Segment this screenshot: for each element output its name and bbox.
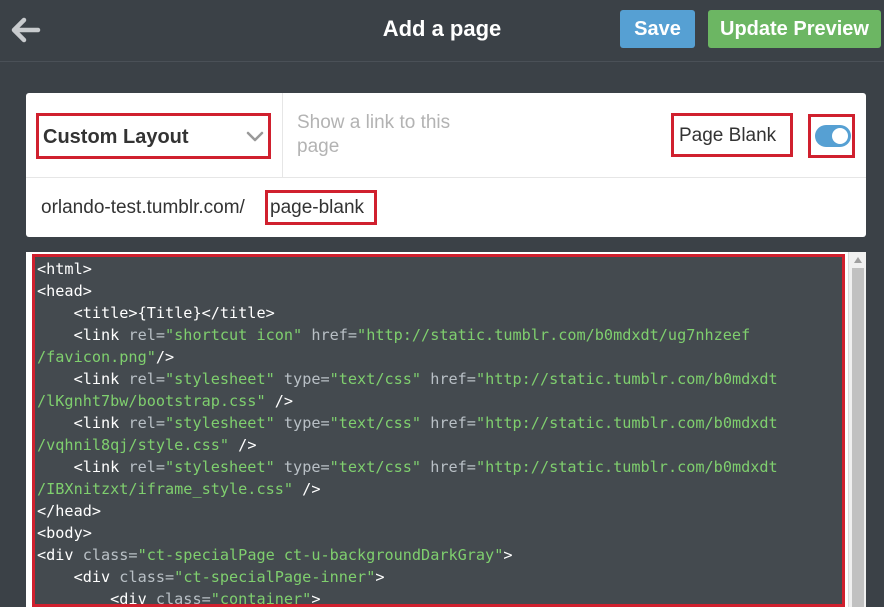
url-slug-input[interactable]: page-blank: [265, 190, 377, 225]
layout-select-value: Custom Layout: [43, 126, 189, 148]
scroll-up-icon[interactable]: [854, 257, 862, 263]
code-token: <div: [37, 546, 83, 564]
show-link-label: Show a link to this page: [297, 112, 451, 157]
url-slug-value: page-blank: [270, 197, 365, 218]
code-token: <body>: [37, 524, 92, 542]
code-token: >: [311, 590, 321, 607]
toggle-track: [815, 125, 851, 147]
code-token: "text/css": [329, 370, 422, 388]
code-editor-textarea[interactable]: <html> <head> <title>{Title}</title> <lin…: [32, 254, 845, 607]
code-token: "stylesheet": [165, 370, 275, 388]
code-token: <div: [37, 568, 120, 586]
code-line: <div class="container">: [37, 588, 778, 607]
code-line: /vqhnil8qj/style.css" />: [37, 434, 778, 456]
chevron-down-icon: [246, 131, 264, 142]
code-token: "container": [210, 590, 312, 607]
code-token: <div: [37, 590, 156, 607]
page-title-input[interactable]: Page Blank: [671, 113, 793, 157]
code-token: "http://static.tumblr.com/b0mdxdt: [475, 458, 778, 476]
column-divider: [282, 93, 283, 178]
code-token: <title>{Title}</title>: [37, 304, 275, 322]
code-content: <html> <head> <title>{Title}</title> <lin…: [37, 258, 778, 607]
code-token: href=: [430, 414, 476, 432]
code-line: /lKgnht7bw/bootstrap.css" />: [37, 390, 778, 412]
code-token: rel=: [128, 370, 166, 388]
url-base: orlando-test.tumblr.com/: [41, 197, 245, 218]
code-token: <link: [37, 414, 129, 432]
code-line: <link rel="shortcut icon" href="http://s…: [37, 324, 778, 346]
code-token: "ct-specialPage-inner": [174, 568, 376, 586]
code-token: >: [503, 546, 513, 564]
code-line: <link rel="stylesheet" type="text/css" h…: [37, 456, 778, 478]
code-line: <link rel="stylesheet" type="text/css" h…: [37, 412, 778, 434]
code-token: rel=: [128, 326, 166, 344]
code-token: "http://static.tumblr.com/b0mdxdt/ug7nhz…: [357, 326, 751, 344]
page-title-value: Page Blank: [679, 125, 777, 146]
code-token: href=: [430, 370, 476, 388]
code-token: rel=: [128, 414, 166, 432]
code-token: "stylesheet": [165, 458, 275, 476]
code-token: href=: [311, 326, 358, 344]
code-line: <body>: [37, 522, 778, 544]
code-token: "stylesheet": [165, 414, 275, 432]
code-token: "http://static.tumblr.com/b0mdxdt: [475, 370, 778, 388]
url-row: orlando-test.tumblr.com/ page-blank: [26, 179, 866, 237]
code-line: /favicon.png"/>: [37, 346, 778, 368]
save-button[interactable]: Save: [620, 10, 695, 48]
code-token: />: [229, 436, 257, 454]
code-line: /IBXnitzxt/iframe_style.css" />: [37, 478, 778, 500]
code-token: class=: [82, 546, 138, 564]
code-token: />: [293, 480, 321, 498]
code-line: </head>: [37, 500, 778, 522]
toggle-knob: [832, 128, 848, 144]
code-token: class=: [155, 590, 211, 607]
code-token: <link: [37, 326, 129, 344]
code-token: type=: [283, 370, 330, 388]
code-token: <link: [37, 458, 129, 476]
code-token: class=: [119, 568, 175, 586]
top-bar: Add a page Save Update Preview: [0, 0, 884, 62]
show-link-toggle[interactable]: [808, 114, 855, 158]
code-token: >: [375, 568, 385, 586]
update-preview-button[interactable]: Update Preview: [708, 10, 881, 48]
code-line: <html>: [37, 258, 778, 280]
code-token: <html>: [37, 260, 92, 278]
code-token: "http://static.tumblr.com/b0mdxdt: [475, 414, 778, 432]
code-token: /vqhnil8qj/style.css": [37, 436, 230, 454]
scroll-thumb[interactable]: [852, 268, 864, 607]
code-token: <link: [37, 370, 129, 388]
code-token: <head>: [37, 282, 92, 300]
code-token: "text/css": [329, 414, 422, 432]
editor-scrollbar[interactable]: [848, 252, 866, 607]
code-token: type=: [283, 458, 330, 476]
layout-select[interactable]: Custom Layout: [36, 113, 271, 159]
code-token: />: [155, 348, 175, 366]
code-token: "ct-specialPage ct-u-backgroundDarkGray": [137, 546, 504, 564]
code-line: <link rel="stylesheet" type="text/css" h…: [37, 368, 778, 390]
page-settings-panel: Custom Layout Show a link to this page P…: [26, 93, 866, 237]
code-token: type=: [283, 414, 330, 432]
code-token: "shortcut icon": [165, 326, 303, 344]
code-token: />: [265, 392, 294, 410]
code-line: <head>: [37, 280, 778, 302]
code-line: <div class="ct-specialPage-inner">: [37, 566, 778, 588]
code-token: href=: [430, 458, 476, 476]
code-line: <title>{Title}</title>: [37, 302, 778, 324]
code-token: </head>: [37, 502, 102, 520]
code-token: "text/css": [329, 458, 422, 476]
code-line: <div class="ct-specialPage ct-u-backgrou…: [37, 544, 778, 566]
code-token: /favicon.png": [37, 348, 156, 366]
code-token: rel=: [128, 458, 166, 476]
code-editor: <html> <head> <title>{Title}</title> <lin…: [26, 252, 866, 607]
settings-row: Custom Layout Show a link to this page P…: [26, 93, 866, 178]
code-token: /lKgnht7bw/bootstrap.css": [37, 392, 266, 410]
code-token: /IBXnitzxt/iframe_style.css": [37, 480, 294, 498]
